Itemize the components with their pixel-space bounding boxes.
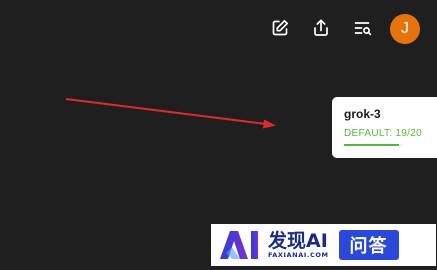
- usage-progress-bar: [344, 144, 402, 146]
- search-history-button[interactable]: [349, 14, 377, 42]
- model-selector-card[interactable]: grok-3 DEFAULT: 19/20: [332, 97, 437, 158]
- usage-progress-fill: [344, 144, 400, 146]
- edit-button[interactable]: [266, 14, 294, 42]
- watermark-domain: FAXIANAI.COM: [268, 251, 329, 259]
- watermark-badge: 问答: [338, 230, 399, 260]
- model-name: grok-3: [344, 107, 381, 121]
- user-avatar[interactable]: J: [390, 14, 420, 44]
- annotation-arrow: [65, 98, 276, 129]
- site-watermark: 发现AI FAXIANAI.COM 问答: [211, 224, 436, 266]
- model-usage-label: DEFAULT: 19/20: [344, 128, 422, 139]
- search-list-icon: [353, 18, 373, 38]
- share-button[interactable]: [307, 14, 335, 42]
- avatar-initial: J: [401, 20, 409, 37]
- edit-icon: [270, 18, 290, 38]
- share-icon: [311, 18, 331, 38]
- watermark-ai-logo: [220, 231, 258, 259]
- watermark-site-name: 发现AI: [268, 230, 328, 252]
